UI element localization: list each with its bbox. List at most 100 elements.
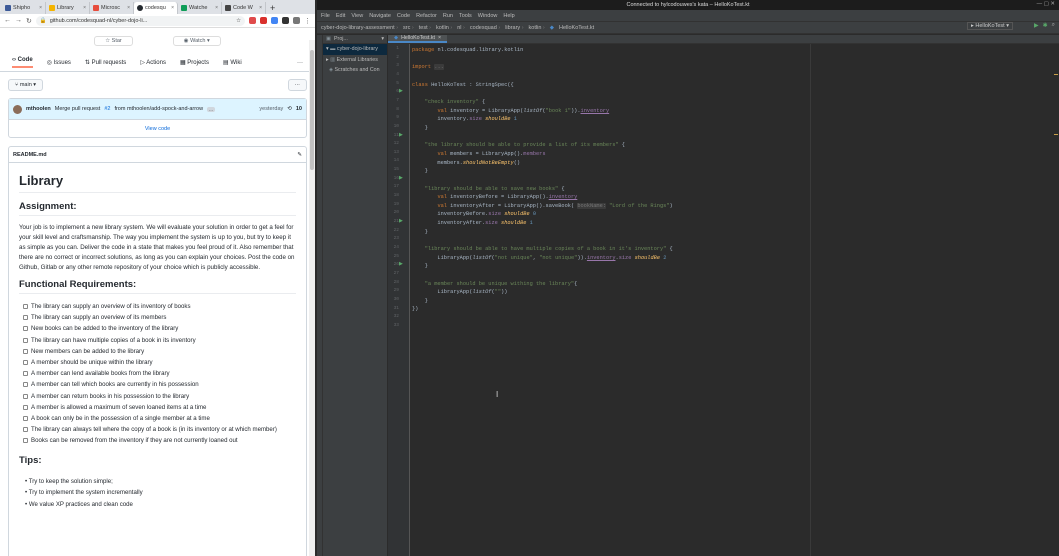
- extension-icon[interactable]: [282, 17, 289, 24]
- browser-tab[interactable]: Code W ×: [222, 2, 266, 14]
- breadcrumb-item[interactable]: nl: [457, 25, 465, 31]
- close-tab-icon[interactable]: ×: [127, 5, 130, 11]
- extension-icon[interactable]: [260, 17, 267, 24]
- commit-pr-link[interactable]: #2: [104, 106, 110, 112]
- tab-actions[interactable]: ▷ Actions: [140, 59, 166, 66]
- tab-code[interactable]: ‹› Code: [12, 57, 33, 68]
- new-tab-button[interactable]: +: [266, 2, 279, 14]
- checkbox-icon[interactable]: [23, 416, 28, 422]
- run-test-gutter-icon[interactable]: ▶: [399, 132, 403, 138]
- project-panel-title[interactable]: Proj...: [334, 36, 348, 42]
- checkbox-icon[interactable]: [23, 326, 28, 332]
- view-code-link[interactable]: View code: [9, 119, 306, 137]
- project-tree-item[interactable]: ▸ ▥ External Libraries: [323, 55, 387, 66]
- breadcrumb-item[interactable]: library: [505, 25, 523, 31]
- bookmark-star-icon[interactable]: ☆: [236, 18, 241, 24]
- menu-help[interactable]: Help: [503, 13, 514, 19]
- breadcrumb-item[interactable]: codesquad: [470, 25, 500, 31]
- close-tab-icon[interactable]: ×: [438, 35, 441, 41]
- checkbox-icon[interactable]: [23, 348, 28, 354]
- browser-scrollbar-thumb[interactable]: [310, 50, 314, 170]
- menu-refactor[interactable]: Refactor: [416, 13, 437, 19]
- checkbox-icon[interactable]: [23, 427, 28, 433]
- checkbox-icon[interactable]: [23, 371, 28, 377]
- checkbox-icon[interactable]: [23, 438, 28, 444]
- run-icon[interactable]: ▶: [1034, 22, 1039, 29]
- back-icon[interactable]: ←: [4, 17, 11, 24]
- run-configuration-selector[interactable]: ▸ HelloKoTest ▾: [967, 22, 1013, 30]
- menu-window[interactable]: Window: [478, 13, 498, 19]
- menu-run[interactable]: Run: [443, 13, 453, 19]
- history-icon[interactable]: ⟲: [287, 106, 292, 112]
- more-options-button[interactable]: ···: [287, 79, 307, 91]
- checkbox-icon[interactable]: [23, 393, 28, 399]
- editor-tab-active[interactable]: ◆ HelloKoTest.kt ×: [388, 35, 448, 43]
- warning-marker[interactable]: [1054, 74, 1058, 75]
- close-tab-icon[interactable]: ×: [259, 5, 262, 11]
- breadcrumb-item[interactable]: kotlin: [436, 25, 452, 31]
- browser-tab[interactable]: Library ×: [46, 2, 90, 14]
- commit-expand[interactable]: ...: [207, 106, 215, 112]
- checkbox-icon[interactable]: [23, 382, 28, 388]
- close-tab-icon[interactable]: ×: [83, 5, 86, 11]
- commit-message-rest[interactable]: from mthoolen/add-spock-and-arrow: [114, 106, 203, 112]
- checkbox-icon[interactable]: [23, 360, 28, 366]
- watch-button[interactable]: ◉ Watch ▾: [172, 36, 221, 46]
- checkbox-icon[interactable]: [23, 337, 28, 343]
- browser-tab[interactable]: Microsc ×: [90, 2, 134, 14]
- menu-tools[interactable]: Tools: [459, 13, 472, 19]
- commit-author[interactable]: mthoolen: [26, 106, 51, 112]
- close-tab-icon[interactable]: ×: [215, 5, 218, 11]
- commit-count[interactable]: 10: [296, 106, 302, 112]
- run-test-gutter-icon[interactable]: ▶: [399, 261, 403, 267]
- reload-icon[interactable]: ↻: [26, 17, 32, 25]
- breadcrumb-item[interactable]: cyber-dojo-library-assessment: [321, 25, 398, 31]
- close-tab-icon[interactable]: ×: [171, 5, 174, 11]
- tab-pull-requests[interactable]: ⇅ Pull requests: [85, 59, 126, 66]
- menu-file[interactable]: File: [321, 13, 330, 19]
- browser-tab[interactable]: Shipho ×: [2, 2, 46, 14]
- debug-icon[interactable]: ✱: [1043, 22, 1048, 29]
- more-tabs-icon[interactable]: ···: [297, 60, 303, 66]
- breadcrumb-file[interactable]: HelloKoTest.kt: [559, 25, 594, 31]
- menu-code[interactable]: Code: [397, 13, 410, 19]
- breadcrumb-item[interactable]: kotlin: [529, 25, 545, 31]
- menu-edit[interactable]: Edit: [336, 13, 345, 19]
- tab-wiki[interactable]: ▤ Wiki: [223, 59, 242, 66]
- extension-icon[interactable]: [271, 17, 278, 24]
- breadcrumb-item[interactable]: src: [403, 25, 414, 31]
- chevron-down-icon[interactable]: ▾: [381, 36, 384, 42]
- code-editor[interactable]: ◆ HelloKoTest.kt × 1 2 3 4 5 6 7 8 9 10 11 12 13 14 15…: [388, 35, 1059, 556]
- menu-view[interactable]: View: [351, 13, 363, 19]
- menu-icon[interactable]: ⋮: [304, 17, 311, 25]
- commit-message[interactable]: Merge pull request: [55, 106, 101, 112]
- run-test-gutter-icon[interactable]: ▶: [399, 88, 403, 94]
- run-test-gutter-icon[interactable]: ▶: [399, 218, 403, 224]
- code-area[interactable]: package nl.codesquad.library.kotlin impo…: [412, 44, 1052, 556]
- project-tree-item[interactable]: ◈ Scratches and Con: [323, 65, 387, 76]
- window-controls[interactable]: — ▢ ✕: [1037, 1, 1055, 7]
- checkbox-icon[interactable]: [23, 304, 28, 309]
- browser-tab-active[interactable]: codesqu ×: [134, 2, 178, 14]
- extension-icon[interactable]: [249, 17, 256, 24]
- address-bar[interactable]: 🔒 github.com/codesquad-nl/cyber-dojo-li.…: [35, 15, 245, 26]
- search-icon[interactable]: ⌕: [1052, 22, 1055, 29]
- branch-selector[interactable]: ⑂ main ▾: [8, 79, 44, 91]
- browser-tab[interactable]: Watche ×: [178, 2, 222, 14]
- checkbox-icon[interactable]: [23, 315, 28, 321]
- close-tab-icon[interactable]: ×: [39, 5, 42, 11]
- extension-icon[interactable]: [293, 17, 300, 24]
- checkbox-icon[interactable]: [23, 404, 28, 410]
- project-tree-item[interactable]: ▾ ▬ cyber-dojo-library: [323, 44, 387, 55]
- breadcrumb-item[interactable]: test: [419, 25, 431, 31]
- star-button[interactable]: ☆ Star: [94, 36, 133, 46]
- menu-navigate[interactable]: Navigate: [369, 13, 391, 19]
- tab-projects[interactable]: ▦ Projects: [180, 59, 209, 66]
- edit-pencil-icon[interactable]: ✎: [297, 152, 302, 158]
- line-number-gutter[interactable]: 1 2 3 4 5 6 7 8 9 10 11 12 13 14 15 16 17 18 19 20 21 22 23 24 2…: [388, 44, 410, 556]
- editor-scrollbar[interactable]: [1053, 44, 1059, 556]
- run-test-gutter-icon[interactable]: ▶: [399, 175, 403, 181]
- tab-issues[interactable]: ◎ Issues: [47, 59, 71, 66]
- warning-marker[interactable]: [1054, 134, 1058, 135]
- forward-icon[interactable]: →: [15, 17, 22, 24]
